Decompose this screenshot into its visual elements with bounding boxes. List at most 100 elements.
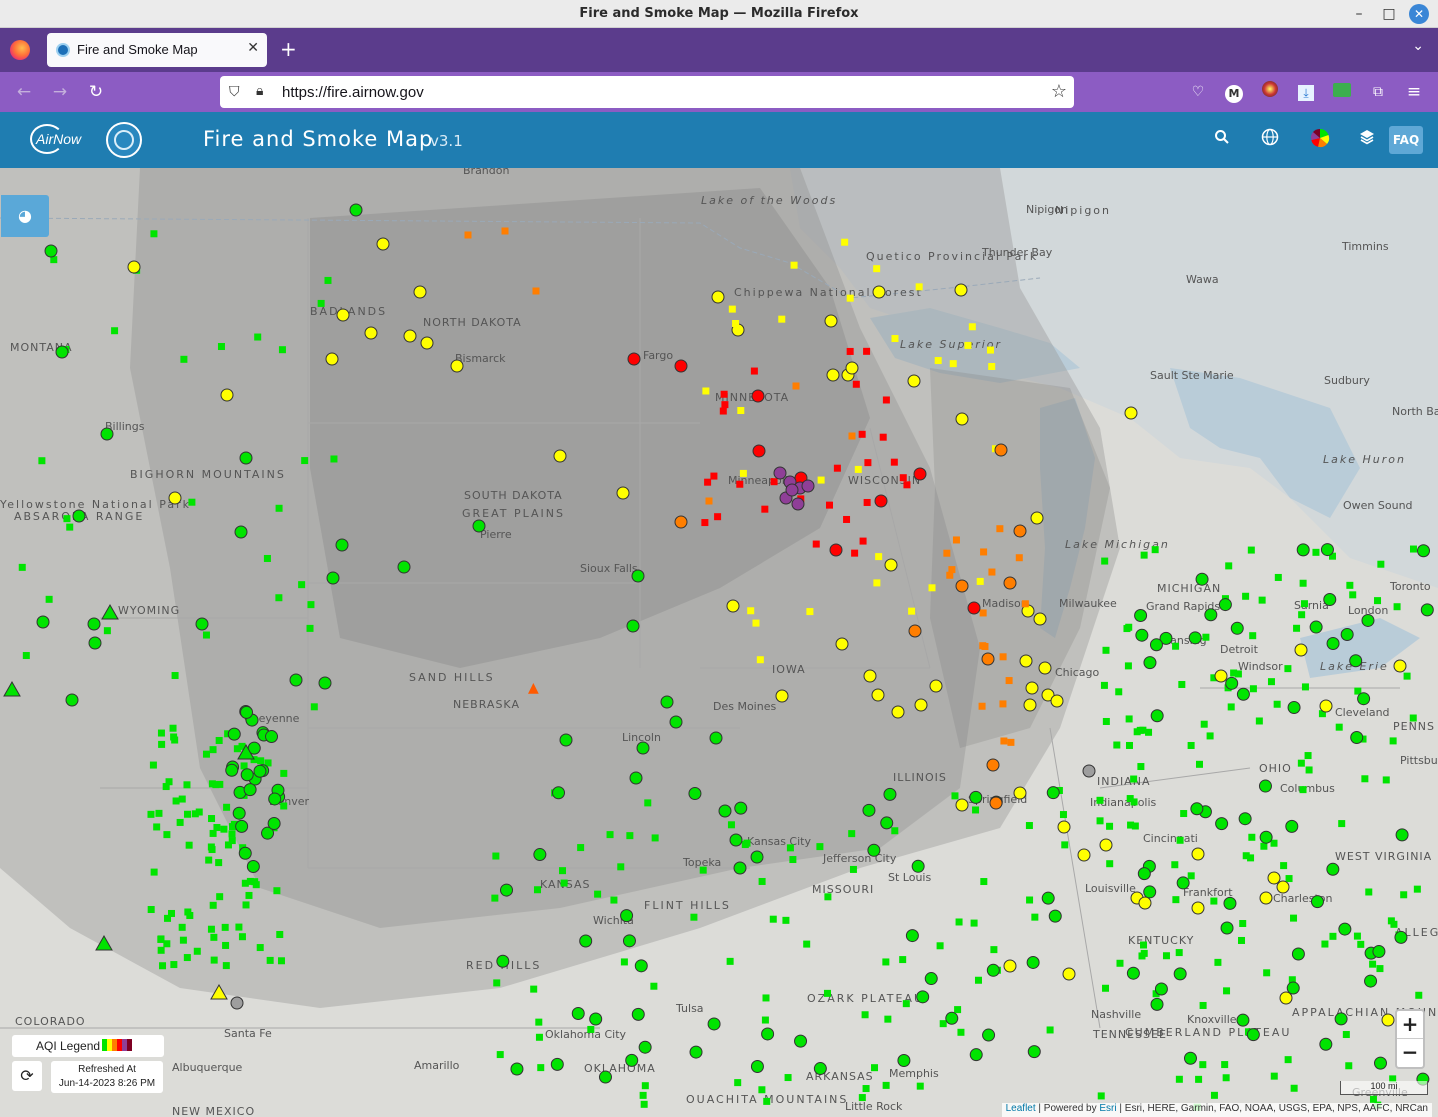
aqi-monitor-marker[interactable] xyxy=(1013,524,1027,538)
purpleair-sensor-marker[interactable] xyxy=(223,803,231,811)
purpleair-sensor-marker[interactable] xyxy=(210,933,218,941)
purpleair-sensor-marker[interactable] xyxy=(617,863,625,871)
aqi-monitor-marker[interactable] xyxy=(1220,921,1234,935)
purpleair-sensor-marker[interactable] xyxy=(806,608,814,616)
aqi-monitor-marker[interactable] xyxy=(752,444,766,458)
purpleair-sensor-marker[interactable] xyxy=(179,936,187,944)
purpleair-sensor-marker[interactable] xyxy=(464,231,472,239)
purpleair-sensor-marker[interactable] xyxy=(903,481,911,489)
aqi-monitor-marker[interactable] xyxy=(867,843,881,857)
purpleair-sensor-marker[interactable] xyxy=(1139,726,1147,734)
purpleair-sensor-marker[interactable] xyxy=(301,457,309,465)
purpleair-sensor-marker[interactable] xyxy=(705,497,713,505)
purpleair-sensor-marker[interactable] xyxy=(758,1086,766,1094)
purpleair-sensor-marker[interactable] xyxy=(899,956,907,964)
purpleair-sensor-marker[interactable] xyxy=(1125,715,1133,723)
refresh-icon[interactable]: ⟳ xyxy=(12,1061,42,1091)
purpleair-sensor-marker[interactable] xyxy=(560,879,568,887)
purpleair-sensor-marker[interactable] xyxy=(859,537,867,545)
aqi-monitor-marker[interactable] xyxy=(955,579,969,593)
globe-icon[interactable] xyxy=(1258,128,1282,152)
aqi-monitor-marker[interactable] xyxy=(364,326,378,340)
purpleair-sensor-marker[interactable] xyxy=(999,653,1007,661)
aqi-monitor-marker[interactable] xyxy=(1195,572,1209,586)
aqi-monitor-marker[interactable] xyxy=(533,848,547,862)
aqi-monitor-marker[interactable] xyxy=(711,290,725,304)
aqi-monitor-marker[interactable] xyxy=(510,1062,524,1076)
aqi-monitor-marker[interactable] xyxy=(1259,891,1273,905)
aqi-monitor-marker[interactable] xyxy=(1285,819,1299,833)
purpleair-sensor-marker[interactable] xyxy=(986,346,994,354)
purpleair-sensor-marker[interactable] xyxy=(587,1025,595,1033)
purpleair-sensor-marker[interactable] xyxy=(861,1011,869,1019)
purpleair-sensor-marker[interactable] xyxy=(256,944,264,952)
purpleair-sensor-marker[interactable] xyxy=(210,956,218,964)
purpleair-sensor-marker[interactable] xyxy=(782,916,790,924)
aqi-monitor-marker[interactable] xyxy=(829,543,843,557)
purpleair-sensor-marker[interactable] xyxy=(790,261,798,269)
purpleair-sensor-marker[interactable] xyxy=(1285,875,1293,883)
purpleair-sensor-marker[interactable] xyxy=(266,956,274,964)
new-tab-button[interactable]: + xyxy=(280,37,297,61)
aqi-monitor-marker[interactable] xyxy=(874,494,888,508)
map-canvas[interactable]: NORTH DAKOTASOUTH DAKOTANEBRASKAKANSASMI… xyxy=(0,168,1438,1117)
aqi-monitor-marker[interactable] xyxy=(1057,820,1071,834)
purpleair-sensor-marker[interactable] xyxy=(879,433,887,441)
aqi-monitor-marker[interactable] xyxy=(1046,786,1060,800)
aqi-monitor-marker[interactable] xyxy=(908,624,922,638)
aqi-monitor-marker[interactable] xyxy=(1340,628,1354,642)
aqi-monitor-marker[interactable] xyxy=(761,1027,775,1041)
purpleair-sensor-marker[interactable] xyxy=(752,619,760,627)
purpleair-sensor-marker[interactable] xyxy=(147,810,155,818)
aqi-monitor-marker[interactable] xyxy=(733,861,747,875)
aqi-monitor-marker[interactable] xyxy=(318,676,332,690)
purpleair-sensor-marker[interactable] xyxy=(884,1015,892,1023)
purpleair-sensor-marker[interactable] xyxy=(714,513,722,521)
purpleair-sensor-marker[interactable] xyxy=(1096,817,1104,825)
aqi-monitor-marker[interactable] xyxy=(1372,944,1386,958)
purpleair-sensor-marker[interactable] xyxy=(891,335,899,343)
aqi-monitor-marker[interactable] xyxy=(826,368,840,382)
aqi-monitor-marker[interactable] xyxy=(863,669,877,683)
epa-usfs-seal-logo[interactable] xyxy=(106,122,142,158)
aqi-monitor-marker[interactable] xyxy=(1027,1045,1041,1059)
purpleair-sensor-marker[interactable] xyxy=(280,802,288,810)
purpleair-sensor-marker[interactable] xyxy=(1031,913,1039,921)
purpleair-sensor-marker[interactable] xyxy=(1102,984,1110,992)
firefox-icon[interactable] xyxy=(10,40,30,60)
aqi-monitor-marker[interactable] xyxy=(627,352,641,366)
purpleair-sensor-marker[interactable] xyxy=(1222,1074,1230,1082)
purpleair-sensor-marker[interactable] xyxy=(276,930,284,938)
purpleair-sensor-marker[interactable] xyxy=(1369,960,1377,968)
purpleair-sensor-marker[interactable] xyxy=(1376,965,1384,973)
purpleair-sensor-marker[interactable] xyxy=(207,843,215,851)
purpleair-sensor-marker[interactable] xyxy=(158,740,166,748)
purpleair-sensor-marker[interactable] xyxy=(532,287,540,295)
aqi-monitor-marker[interactable] xyxy=(1191,901,1205,915)
purpleair-sensor-marker[interactable] xyxy=(220,825,228,833)
tracking-protection-icon[interactable]: ⛉ xyxy=(229,84,240,100)
aqi-pie-icon[interactable] xyxy=(1308,128,1332,152)
purpleair-sensor-marker[interactable] xyxy=(948,566,956,574)
purpleair-sensor-marker[interactable] xyxy=(1409,714,1417,722)
purpleair-sensor-marker[interactable] xyxy=(1021,600,1029,608)
aqi-monitor-marker[interactable] xyxy=(1350,731,1364,745)
close-tab-button[interactable]: ✕ xyxy=(247,40,259,56)
purpleair-sensor-marker[interactable] xyxy=(1127,821,1135,829)
aqi-monitor-marker[interactable] xyxy=(954,283,968,297)
purpleair-sensor-marker[interactable] xyxy=(873,579,881,587)
purpleair-sensor-marker[interactable] xyxy=(1357,940,1365,948)
purpleair-sensor-marker[interactable] xyxy=(1097,1092,1105,1100)
purpleair-sensor-marker[interactable] xyxy=(176,818,184,826)
purpleair-sensor-marker[interactable] xyxy=(559,867,567,875)
purpleair-sensor-marker[interactable] xyxy=(1123,625,1131,633)
purpleair-sensor-marker[interactable] xyxy=(980,548,988,556)
leaflet-link[interactable]: Leaflet xyxy=(1006,1103,1036,1114)
aqi-monitor-marker[interactable] xyxy=(1191,847,1205,861)
aqi-monitor-marker[interactable] xyxy=(1309,620,1323,634)
aqi-monitor-marker[interactable] xyxy=(550,1057,564,1071)
search-icon[interactable] xyxy=(1210,128,1234,152)
purpleair-sensor-marker[interactable] xyxy=(979,609,987,617)
purpleair-sensor-marker[interactable] xyxy=(1284,665,1292,673)
purpleair-sensor-marker[interactable] xyxy=(852,380,860,388)
